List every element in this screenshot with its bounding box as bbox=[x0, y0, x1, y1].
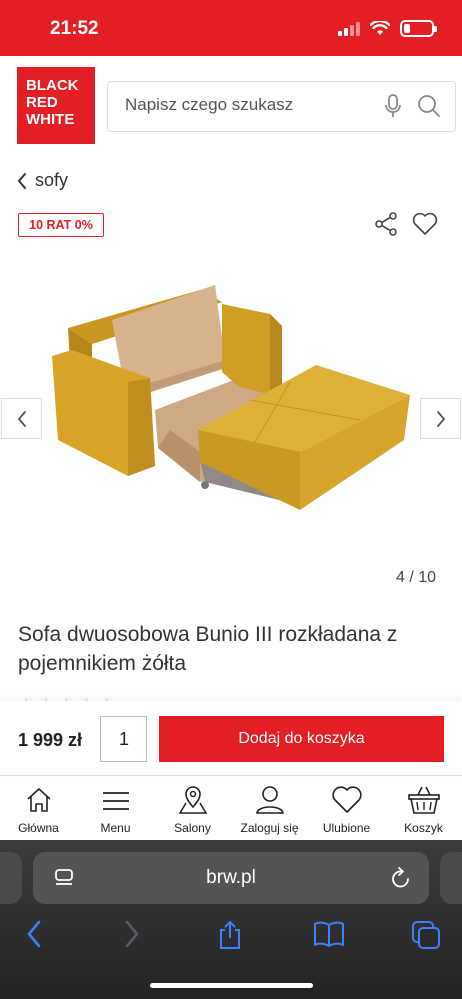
product-image bbox=[52, 285, 410, 510]
search-icon[interactable] bbox=[417, 94, 441, 118]
forward-icon[interactable] bbox=[124, 920, 140, 948]
gallery-next-button[interactable] bbox=[420, 398, 461, 439]
user-icon bbox=[255, 786, 284, 814]
add-to-cart-button[interactable]: Dodaj do koszyka bbox=[159, 716, 444, 762]
heart-icon bbox=[331, 786, 362, 813]
nav-item-favorites[interactable]: Ulubione bbox=[308, 777, 385, 840]
status-time: 21:52 bbox=[50, 18, 99, 39]
product-price: 1 999 zł bbox=[18, 730, 83, 750]
product-gallery[interactable] bbox=[0, 270, 462, 570]
basket-icon bbox=[407, 786, 440, 814]
previous-tab-preview[interactable] bbox=[0, 852, 22, 904]
breadcrumb[interactable]: sofy bbox=[17, 170, 68, 191]
home-indicator bbox=[150, 983, 313, 988]
bottom-nav: Główna Menu Salony Zaloguj się Ulubione bbox=[0, 777, 462, 840]
map-pin-icon bbox=[178, 786, 207, 814]
browser-toolbar bbox=[0, 916, 462, 956]
nav-label: Ulubione bbox=[322, 821, 371, 835]
nav-label: Menu bbox=[100, 821, 131, 835]
nav-item-stores[interactable]: Salony bbox=[154, 777, 231, 840]
status-bar: 21:52 bbox=[0, 0, 462, 56]
logo-line-2: RED bbox=[26, 94, 58, 111]
gallery-counter: 4 / 10 bbox=[396, 569, 437, 586]
logo-line-3: WHITE bbox=[26, 111, 75, 128]
nav-item-home[interactable]: Główna bbox=[0, 777, 77, 840]
nav-item-menu[interactable]: Menu bbox=[77, 777, 154, 840]
nav-label: Główna bbox=[18, 821, 59, 835]
signal-icon bbox=[338, 21, 360, 36]
browser-chrome: brw.pl bbox=[0, 840, 462, 999]
bookmarks-icon[interactable] bbox=[313, 920, 345, 948]
brand-logo[interactable]: BLACK RED WHITE bbox=[17, 67, 95, 144]
logo-line-1: BLACK bbox=[26, 77, 79, 94]
favorite-heart-icon[interactable] bbox=[412, 212, 438, 236]
share-icon[interactable] bbox=[374, 212, 398, 236]
tabs-icon[interactable] bbox=[411, 920, 441, 950]
gallery-prev-button[interactable] bbox=[1, 398, 42, 439]
url-text: brw.pl bbox=[206, 867, 256, 888]
wifi-icon bbox=[370, 21, 390, 35]
search-box bbox=[107, 81, 456, 132]
back-icon[interactable] bbox=[26, 920, 42, 948]
next-tab-preview[interactable] bbox=[440, 852, 462, 904]
nav-label: Zaloguj się bbox=[240, 821, 299, 835]
address-bar[interactable]: brw.pl bbox=[33, 852, 429, 904]
nav-item-cart[interactable]: Koszyk bbox=[385, 777, 462, 840]
add-to-cart-bar: 1 999 zł 1 Dodaj do koszyka bbox=[0, 701, 462, 776]
nav-item-login[interactable]: Zaloguj się bbox=[231, 777, 308, 840]
product-title: Sofa dwuosobowa Bunio III rozkładana z p… bbox=[18, 623, 398, 675]
nav-label: Koszyk bbox=[404, 821, 443, 835]
chevron-left-icon bbox=[17, 410, 26, 427]
quantity-input[interactable]: 1 bbox=[100, 716, 147, 762]
share-icon[interactable] bbox=[217, 920, 243, 950]
chevron-right-icon bbox=[436, 410, 445, 427]
chevron-left-icon bbox=[17, 172, 26, 189]
installment-badge: 10 RAT 0% bbox=[18, 213, 104, 237]
search-input[interactable] bbox=[125, 95, 365, 115]
home-icon bbox=[26, 788, 51, 812]
nav-label: Salony bbox=[174, 821, 211, 835]
reload-icon[interactable] bbox=[390, 866, 412, 890]
battery-icon bbox=[400, 20, 437, 37]
microphone-icon[interactable] bbox=[384, 94, 402, 118]
status-icons bbox=[338, 20, 437, 37]
breadcrumb-label: sofy bbox=[35, 170, 69, 190]
menu-icon bbox=[102, 792, 129, 810]
